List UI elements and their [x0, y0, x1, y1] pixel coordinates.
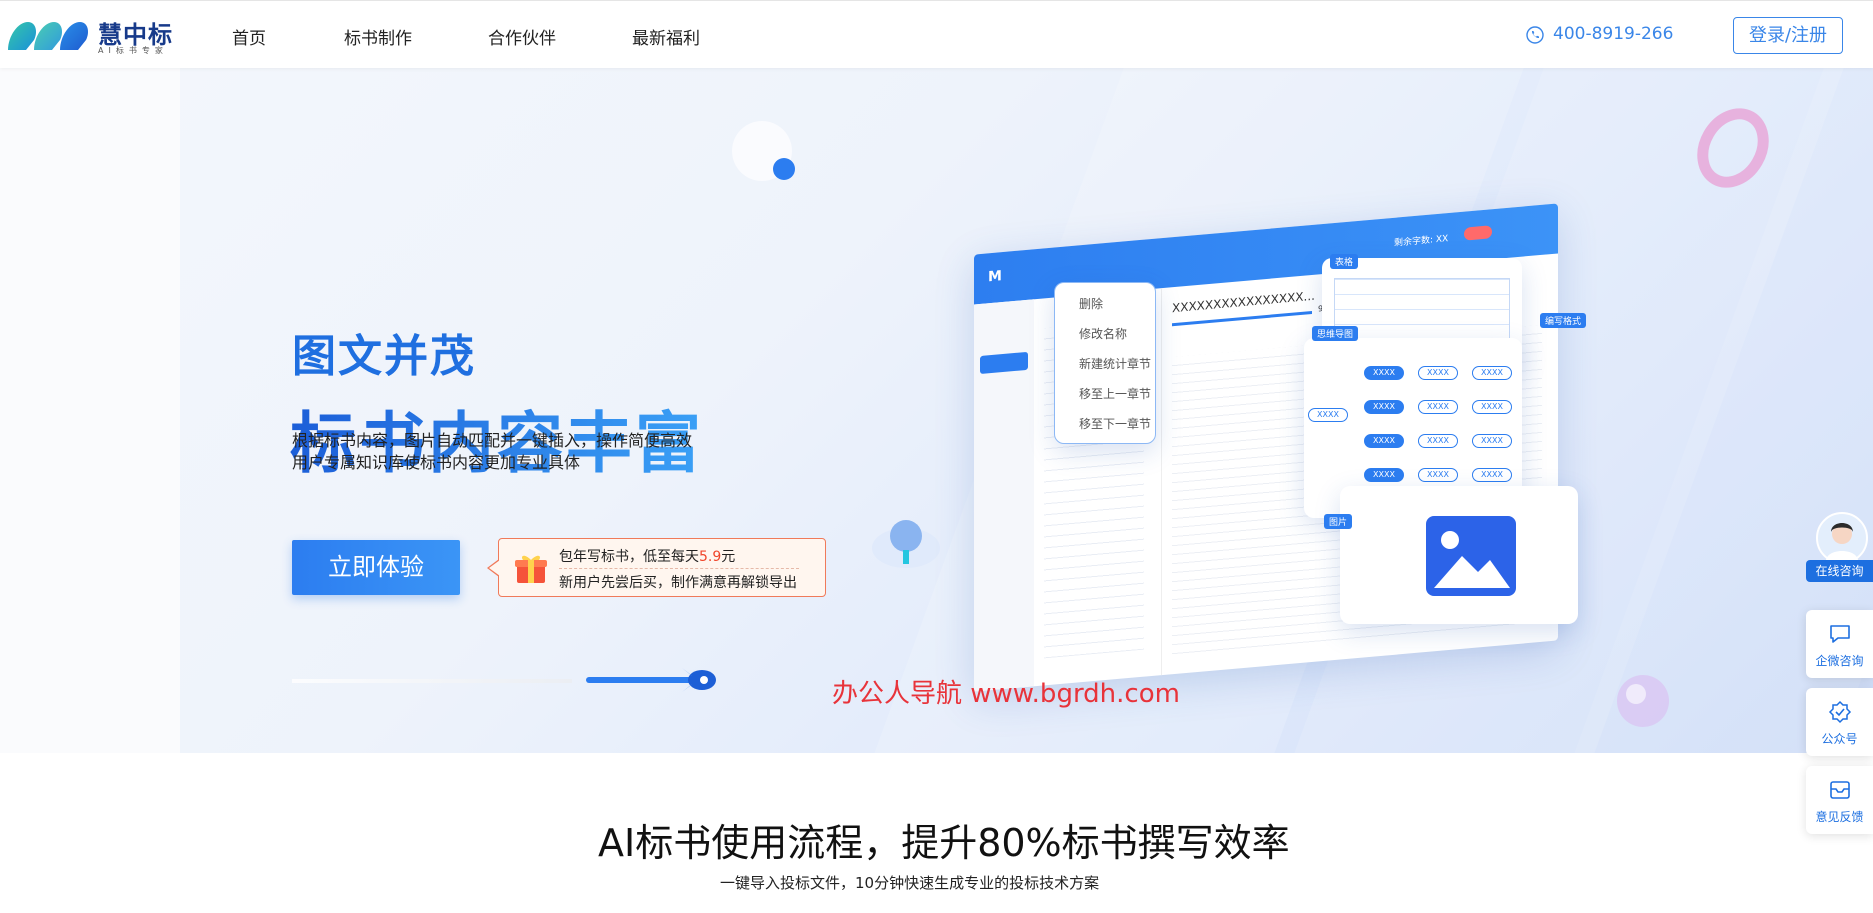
gift-icon	[515, 555, 547, 583]
ring-icon	[1697, 108, 1769, 188]
mindmap-node: XXXX	[1364, 468, 1404, 482]
process-section-subtitle: 一键导入投标文件，10分钟快速生成专业的投标技术方案	[720, 874, 1100, 892]
logo-mark-icon	[8, 22, 88, 50]
hero-left-fade	[0, 68, 180, 753]
ctx-delete: 删除	[1079, 297, 1104, 311]
mailbox-icon	[1830, 781, 1850, 799]
mindmap-node: XXXX	[1472, 434, 1512, 448]
feedback-label: 意见反馈	[1815, 810, 1864, 824]
mindmap-node: XXXX	[1472, 400, 1512, 414]
login-register-button[interactable]: 登录/注册	[1733, 17, 1843, 54]
mindmap-node: XXXX	[1418, 366, 1458, 380]
tag-format: 编写格式	[1540, 313, 1587, 328]
nav-home[interactable]: 首页	[232, 24, 266, 49]
phone-icon	[1526, 26, 1544, 44]
hero-description-line1: 根据标书内容，图片自动匹配并一键插入，操作简便高效	[292, 431, 693, 450]
official-account-label: 公众号	[1821, 732, 1858, 746]
feedback-widget[interactable]: 意见反馈	[1806, 766, 1873, 834]
logo-subtitle: AI标书专家	[98, 46, 168, 55]
tag-image: 图片	[1324, 514, 1353, 529]
nav-partners[interactable]: 合作伙伴	[488, 24, 556, 49]
promo-suffix: 元	[721, 549, 736, 565]
online-consult-label: 在线咨询	[1806, 560, 1873, 582]
mockup-sidebar-active	[980, 351, 1028, 375]
top-header: 慧中标 AI标书专家 首页 标书制作 合作伙伴 最新福利 400-8919-26…	[0, 0, 1873, 68]
online-consult-widget[interactable]: 在线咨询	[1806, 512, 1873, 582]
hero-banner: 图文并茂 标书内容丰富 根据标书内容，图片自动匹配并一键插入，操作简便高效 用户…	[0, 68, 1873, 753]
rocket-icon	[682, 668, 716, 692]
promo-callout: 包年写标书，低至每天5.9元 新用户先尝后买，制作满意再解锁导出	[487, 538, 826, 597]
wecom-consult-widget[interactable]: 企微咨询	[1806, 610, 1873, 678]
carousel-track	[292, 679, 572, 683]
ctx-rename: 修改名称	[1079, 327, 1128, 341]
nav-bid-making[interactable]: 标书制作	[344, 24, 412, 49]
badge-check-icon	[1828, 700, 1852, 724]
promo-prefix: 包年写标书，低至每天	[559, 549, 699, 565]
chat-bubble-icon	[1830, 625, 1850, 643]
tag-mindmap: 思维导图	[1312, 326, 1359, 341]
context-menu-card: 删除 修改名称 新建统计章节 移至上一章节 移至下一章节	[1054, 282, 1156, 444]
try-now-button[interactable]: 立即体验	[292, 540, 460, 595]
ctx-new-chapter: 新建统计章节	[1079, 357, 1152, 371]
hero-title-line1: 图文并茂	[292, 331, 476, 382]
wecom-consult-label: 企微咨询	[1815, 654, 1864, 668]
phone-number: 400-8919-266	[1553, 24, 1674, 44]
mindmap-node: XXXX	[1418, 400, 1458, 414]
mindmap-node: XXXX	[1364, 400, 1404, 414]
tag-table: 表格	[1330, 254, 1359, 269]
mockup-logo: M	[988, 268, 1002, 286]
mindmap-node: XXXX	[1418, 468, 1458, 482]
glass-orb-icon	[732, 121, 795, 181]
image-placeholder-icon	[1426, 516, 1516, 596]
mindmap-node: XXXX	[1364, 366, 1404, 380]
ctx-move-down: 移至下一章节	[1079, 417, 1152, 431]
mockup-sidebar	[974, 299, 1034, 692]
official-account-widget[interactable]: 公众号	[1806, 688, 1873, 756]
nav-benefits[interactable]: 最新福利	[632, 24, 700, 49]
logo[interactable]: 慧中标 AI标书专家	[4, 13, 184, 59]
sphere-icon	[1617, 675, 1669, 727]
mockup-badge	[1464, 225, 1492, 241]
promo-line2: 新用户先尝后买，制作满意再解锁导出	[559, 575, 797, 591]
mockup-word-count: 剩余字数: XX	[1394, 234, 1449, 249]
globe-icon	[872, 520, 940, 568]
mindmap-node: XXXX	[1472, 468, 1512, 482]
mockup-doc-title: XXXXXXXXXXXXXXXX...	[1172, 288, 1315, 316]
hero-description-line2: 用户专属知识库使标书内容更加专业具体	[292, 453, 581, 472]
mindmap-node: XXXX	[1364, 434, 1404, 448]
image-card	[1340, 486, 1578, 624]
agent-avatar-icon	[1816, 512, 1868, 564]
promo-divider	[559, 568, 799, 569]
ctx-move-up: 移至上一章节	[1079, 387, 1152, 401]
promo-line1: 包年写标书，低至每天5.9元	[559, 546, 735, 566]
mindmap-root: XXXX	[1308, 408, 1348, 422]
mindmap-node: XXXX	[1418, 434, 1458, 448]
watermark-text: 办公人导航 www.bgrdh.com	[832, 679, 1180, 709]
mindmap-node: XXXX	[1472, 366, 1512, 380]
process-section-title: AI标书使用流程，提升80%标书撰写效率	[598, 821, 1290, 865]
promo-price: 5.9	[699, 549, 722, 565]
